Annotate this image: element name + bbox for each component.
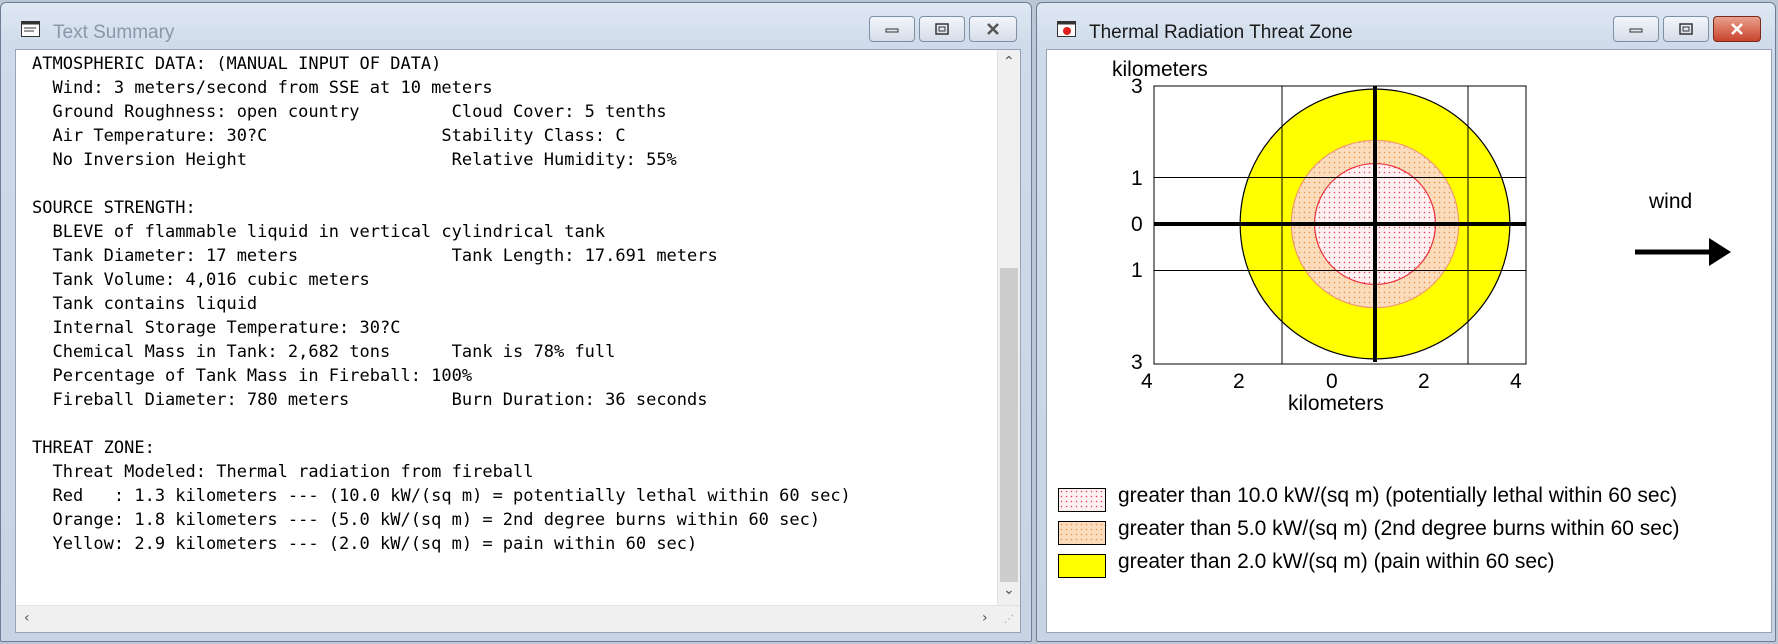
x-tick-label: 0 (1326, 370, 1338, 393)
legend-swatch-orange (1058, 521, 1106, 545)
threat-zone-window: Thermal Radiation Threat Zone kilometers (1036, 2, 1776, 642)
legend-label-red: greater than 10.0 kW/(sq m) (potentially… (1118, 484, 1678, 507)
legend-label-orange: greater than 5.0 kW/(sq m) (2nd degree b… (1118, 517, 1680, 540)
close-icon (1731, 23, 1743, 35)
legend-label-yellow: greater than 2.0 kW/(sq m) (pain within … (1118, 550, 1555, 573)
minimize-button[interactable] (1613, 16, 1659, 42)
wind-arrow-icon (1635, 238, 1731, 266)
summary-line: Yellow: 2.9 kilometers --- (2.0 kW/(sq m… (32, 534, 698, 554)
summary-line: Tank contains liquid (32, 294, 258, 314)
scroll-left-icon[interactable]: ‹ (24, 610, 30, 626)
x-tick-label: 4 (1510, 370, 1522, 393)
x-axis-title: kilometers (1288, 392, 1384, 415)
y-tick-label: 3 (1131, 75, 1143, 98)
summary-line: Wind: 3 meters/second from SSE at 10 met… (32, 78, 493, 98)
horizontal-scrollbar[interactable]: ‹ › ⋰ (16, 605, 1020, 632)
summary-line: Red : 1.3 kilometers --- (10.0 kW/(sq m)… (32, 486, 851, 506)
threat-zone-plot (1153, 85, 1731, 365)
x-tick-label: 2 (1233, 370, 1245, 393)
summary-line: ATMOSPHERIC DATA: (MANUAL INPUT OF DATA) (32, 54, 442, 74)
scroll-down-icon[interactable]: ⌄ (1003, 582, 1015, 598)
maximize-button[interactable] (919, 16, 965, 42)
vertical-scroll-thumb[interactable] (1000, 268, 1018, 582)
threat-zone-plot-area: kilometers wind 3 1 0 1 3 4 2 0 2 4 kilo… (1046, 49, 1772, 633)
x-tick-label: 4 (1141, 370, 1153, 393)
summary-line: SOURCE STRENGTH: (32, 198, 196, 218)
y-tick-label: 1 (1131, 167, 1143, 190)
wind-label: wind (1649, 190, 1693, 213)
minimize-icon (1629, 28, 1643, 33)
summary-line: Air Temperature: 30?C Stability Class: C (32, 126, 626, 146)
close-icon (987, 23, 999, 35)
summary-line: Ground Roughness: open country Cloud Cov… (32, 102, 667, 122)
x-tick-label: 2 (1418, 370, 1430, 393)
summary-line: Percentage of Tank Mass in Fireball: 100… (32, 366, 473, 386)
title-bar[interactable]: Text Summary (1, 3, 1031, 47)
y-tick-label: 1 (1131, 259, 1143, 282)
summary-line: Orange: 1.8 kilometers --- (5.0 kW/(sq m… (32, 510, 821, 530)
summary-line: THREAT ZONE: (32, 438, 155, 458)
restore-icon (1679, 23, 1693, 35)
y-tick-label: 0 (1131, 213, 1143, 236)
window-title: Thermal Radiation Threat Zone (1089, 22, 1353, 43)
summary-line: Chemical Mass in Tank: 2,682 tons Tank i… (32, 342, 616, 362)
minimize-button[interactable] (869, 16, 915, 42)
close-button[interactable] (1713, 16, 1761, 42)
fire-icon (1057, 21, 1076, 37)
summary-text-area[interactable]: ATMOSPHERIC DATA: (MANUAL INPUT OF DATA)… (15, 49, 1021, 633)
legend-swatch-red (1058, 488, 1106, 512)
close-button[interactable] (969, 16, 1017, 42)
summary-line: Internal Storage Temperature: 30?C (32, 318, 401, 338)
summary-line: BLEVE of flammable liquid in vertical cy… (32, 222, 606, 242)
minimize-icon (885, 28, 899, 33)
title-bar[interactable]: Thermal Radiation Threat Zone (1037, 3, 1775, 47)
summary-line: Fireball Diameter: 780 meters Burn Durat… (32, 390, 708, 410)
summary-line: Tank Volume: 4,016 cubic meters (32, 270, 370, 290)
summary-line: Threat Modeled: Thermal radiation from f… (32, 462, 534, 482)
restore-icon (935, 23, 949, 35)
legend-swatch-yellow (1058, 554, 1106, 578)
summary-text: ATMOSPHERIC DATA: (MANUAL INPUT OF DATA)… (32, 52, 851, 556)
window-title: Text Summary (53, 22, 175, 43)
summary-line: Tank Diameter: 17 meters Tank Length: 17… (32, 246, 718, 266)
text-summary-window: Text Summary ATMOSPHERIC DATA: (MANUAL I… (0, 2, 1032, 642)
scroll-up-icon[interactable]: ⌃ (1003, 54, 1015, 70)
resize-grip-icon[interactable]: ⋰ (1004, 614, 1014, 625)
summary-line: No Inversion Height Relative Humidity: 5… (32, 150, 677, 170)
text-document-icon (21, 21, 40, 37)
maximize-button[interactable] (1663, 16, 1709, 42)
scroll-right-icon[interactable]: › (982, 610, 988, 626)
vertical-scrollbar[interactable]: ⌃ ⌄ (997, 50, 1020, 606)
